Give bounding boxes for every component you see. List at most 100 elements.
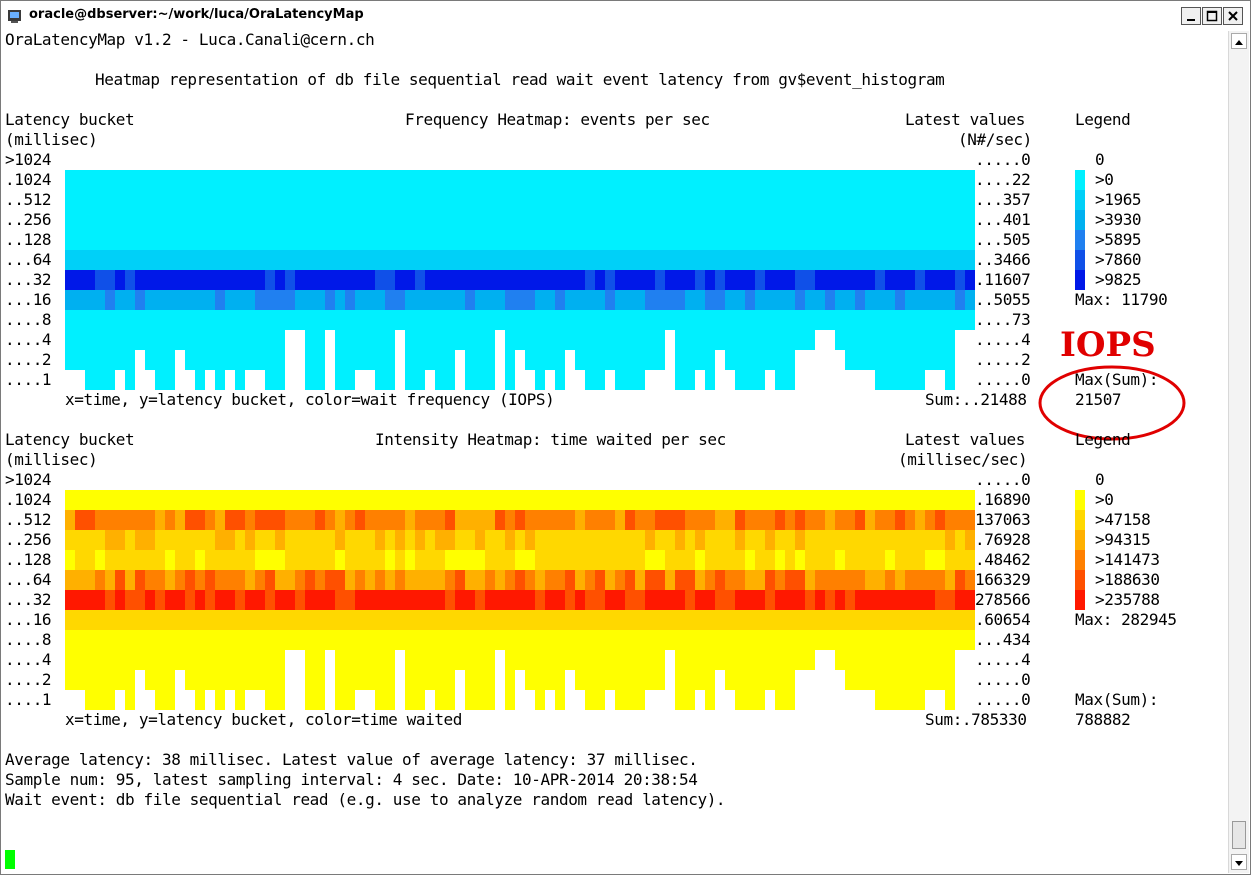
heatmap-cell — [605, 690, 615, 710]
heatmap-cell — [495, 470, 505, 490]
heatmap-cell — [905, 330, 915, 350]
heatmap-cell — [405, 470, 415, 490]
heatmap-cell — [755, 650, 765, 670]
heatmap-cell — [425, 490, 435, 510]
heatmap-cell — [365, 490, 375, 510]
heatmap-cell — [575, 590, 585, 610]
heatmap-cell — [525, 590, 535, 610]
heatmap-cell — [565, 490, 575, 510]
minimize-button[interactable] — [1181, 7, 1201, 25]
heatmap-cell — [565, 610, 575, 630]
heatmap-cell — [845, 470, 855, 490]
heatmap-cell — [355, 370, 365, 390]
int-latest-value: .76928 — [975, 530, 1031, 549]
heatmap-cell — [535, 470, 545, 490]
heatmap-cell — [885, 670, 895, 690]
heatmap-cell — [275, 590, 285, 610]
heatmap-cell — [245, 210, 255, 230]
heatmap-cell — [95, 210, 105, 230]
heatmap-cell — [335, 670, 345, 690]
heatmap-cell — [305, 630, 315, 650]
heatmap-cell — [415, 170, 425, 190]
heatmap-cell — [545, 570, 555, 590]
heatmap-cell — [265, 570, 275, 590]
scroll-down-button[interactable] — [1231, 854, 1247, 870]
heatmap-cell — [145, 690, 155, 710]
heatmap-cell — [545, 270, 555, 290]
heatmap-cell — [305, 650, 315, 670]
heatmap-cell — [345, 590, 355, 610]
arrow-up-icon — [1235, 40, 1243, 45]
heatmap-cell — [255, 530, 265, 550]
heatmap-cell — [265, 230, 275, 250]
heatmap-cell — [305, 250, 315, 270]
heatmap-cell — [705, 270, 715, 290]
heatmap-cell — [545, 470, 555, 490]
heatmap-cell — [405, 590, 415, 610]
scroll-up-button[interactable] — [1231, 33, 1247, 49]
heatmap-cell — [905, 630, 915, 650]
heatmap-cell — [205, 150, 215, 170]
heatmap-cell — [755, 330, 765, 350]
heatmap-cell — [955, 670, 965, 690]
int-legend-title: Legend — [1075, 430, 1131, 449]
freq-legend-swatch — [1075, 250, 1085, 270]
heatmap-cell — [675, 310, 685, 330]
heatmap-cell — [845, 190, 855, 210]
heatmap-cell — [75, 590, 85, 610]
maximize-button[interactable] — [1202, 7, 1222, 25]
heatmap-cell — [915, 630, 925, 650]
heatmap-cell — [545, 590, 555, 610]
int-bucket-label: ..512 — [5, 510, 52, 529]
heatmap-cell — [645, 690, 655, 710]
heatmap-cell — [815, 210, 825, 230]
heatmap-cell — [415, 470, 425, 490]
heatmap-cell — [215, 270, 225, 290]
heatmap-cell — [175, 570, 185, 590]
heatmap-cell — [355, 530, 365, 550]
heatmap-cell — [705, 490, 715, 510]
heatmap-cell — [275, 230, 285, 250]
heatmap-cell — [895, 590, 905, 610]
heatmap-cell — [835, 690, 845, 710]
scroll-thumb[interactable] — [1232, 821, 1246, 849]
title-bar[interactable]: oracle@dbserver:~/work/luca/OraLatencyMa… — [1, 1, 1250, 31]
heatmap-cell — [915, 690, 925, 710]
heatmap-cell — [515, 590, 525, 610]
heatmap-cell — [405, 610, 415, 630]
heatmap-cell — [695, 590, 705, 610]
close-button[interactable] — [1223, 7, 1243, 25]
heatmap-cell — [435, 270, 445, 290]
heatmap-cell — [825, 690, 835, 710]
heatmap-cell — [915, 590, 925, 610]
heatmap-cell — [885, 270, 895, 290]
heatmap-cell — [335, 630, 345, 650]
vertical-scrollbar[interactable] — [1228, 31, 1249, 873]
heatmap-cell — [285, 350, 295, 370]
heatmap-cell — [445, 690, 455, 710]
heatmap-cell — [485, 550, 495, 570]
heatmap-cell — [765, 190, 775, 210]
heatmap-cell — [245, 530, 255, 550]
heatmap-cell — [485, 370, 495, 390]
heatmap-cell — [235, 250, 245, 270]
heatmap-cell — [225, 210, 235, 230]
heatmap-cell — [275, 270, 285, 290]
heatmap-cell — [315, 570, 325, 590]
heatmap-cell — [625, 570, 635, 590]
heatmap-cell — [805, 510, 815, 530]
heatmap-cell — [765, 550, 775, 570]
heatmap-cell — [85, 650, 95, 670]
heatmap-cell — [145, 210, 155, 230]
heatmap-cell — [325, 550, 335, 570]
heatmap-cell — [435, 170, 445, 190]
freq-bucket-label: ...64 — [5, 250, 52, 269]
heatmap-cell — [835, 190, 845, 210]
heatmap-cell — [225, 310, 235, 330]
heatmap-cell — [435, 690, 445, 710]
heatmap-cell — [925, 310, 935, 330]
heatmap-cell — [925, 330, 935, 350]
heatmap-cell — [115, 470, 125, 490]
heatmap-cell — [705, 530, 715, 550]
heatmap-cell — [785, 610, 795, 630]
